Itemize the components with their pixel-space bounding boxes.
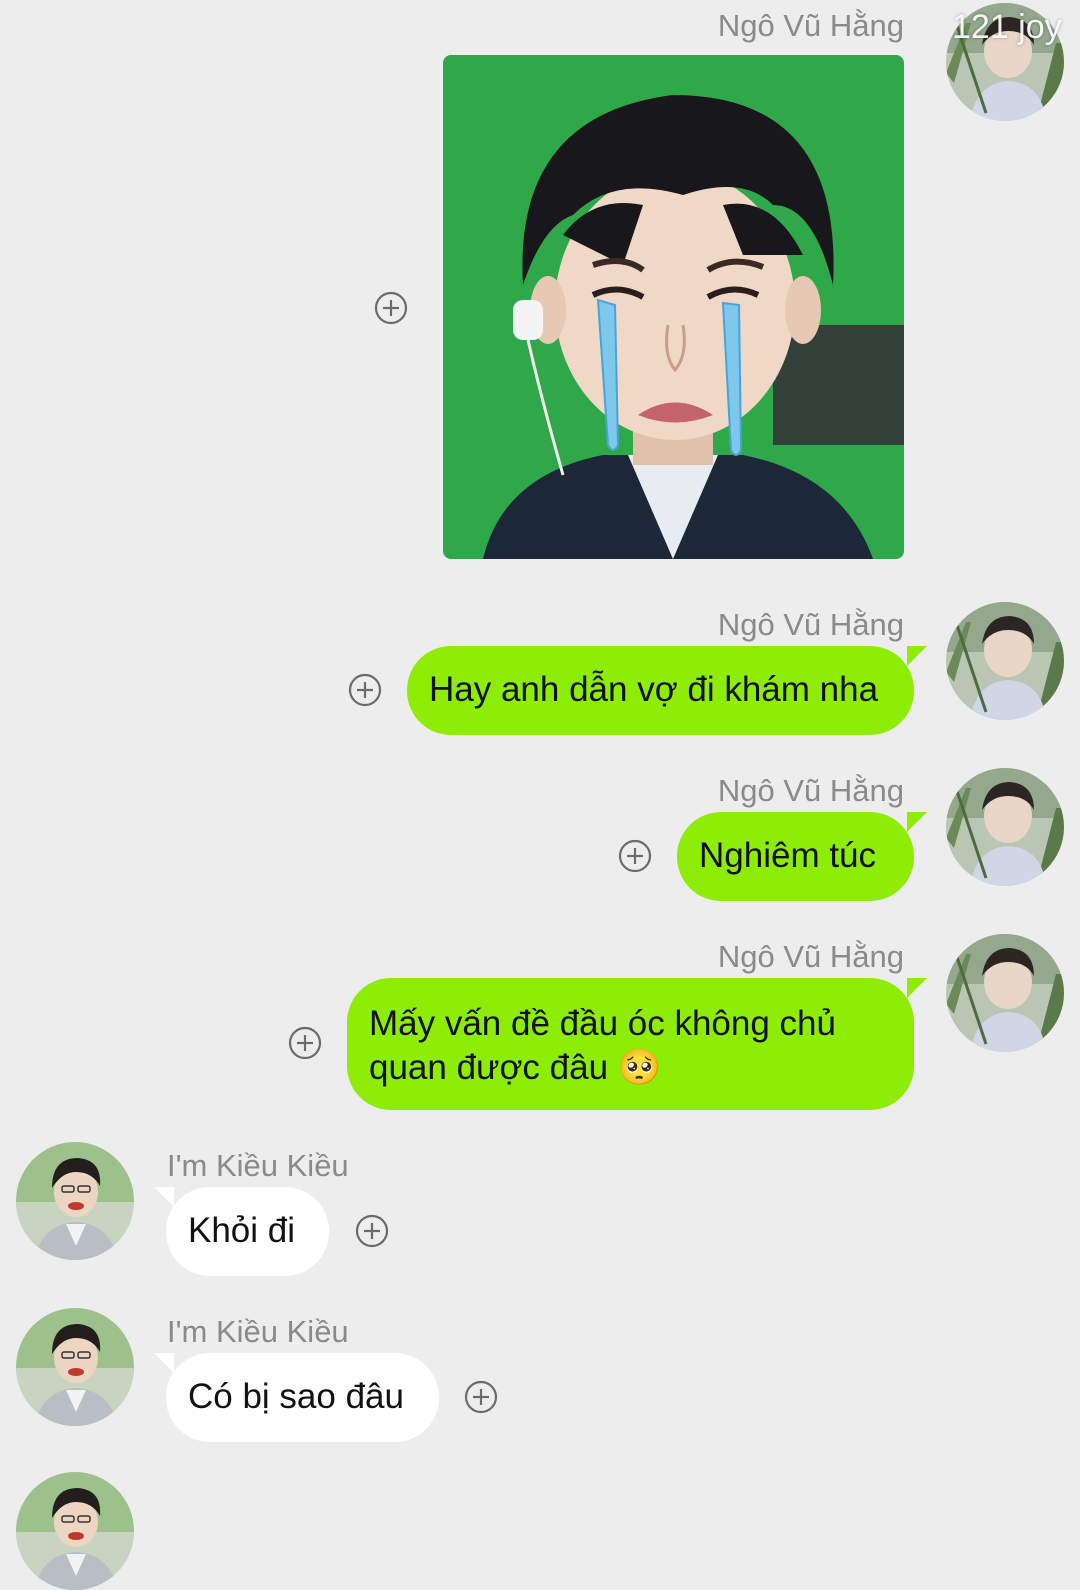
message-bubble[interactable]: Khỏi đi [166, 1187, 329, 1276]
avatar[interactable] [946, 602, 1064, 720]
sender-name: Ngô Vũ Hằng [717, 773, 904, 808]
message-text: Khỏi đi [188, 1211, 296, 1250]
plus-circle-icon[interactable] [374, 291, 408, 325]
avatar[interactable] [16, 1308, 134, 1426]
avatar[interactable] [946, 768, 1064, 886]
watermark: 121 joy [952, 8, 1062, 46]
message-bubble[interactable]: Nghiêm túc [677, 812, 914, 901]
message-text: Hay anh dẫn vợ đi khám nha [429, 670, 879, 709]
avatar[interactable] [16, 1142, 134, 1260]
pleading-face-emoji: 🥺 [617, 1048, 662, 1088]
sender-name: I'm Kiều Kiều [167, 1148, 349, 1183]
plus-circle-icon[interactable] [618, 839, 652, 873]
plus-circle-icon[interactable] [355, 1214, 389, 1248]
sender-name: Ngô Vũ Hằng [717, 939, 904, 974]
message-text-line: quan được đâu [369, 1048, 609, 1087]
plus-circle-icon[interactable] [348, 673, 382, 707]
sender-name: Ngô Vũ Hằng [717, 607, 904, 642]
bubble-tail [907, 812, 927, 832]
message-text-line: Mấy vấn đề đầu óc không chủ [369, 1004, 836, 1043]
message-bubble[interactable]: Có bị sao đâu [166, 1353, 439, 1442]
bubble-tail [907, 646, 927, 666]
sender-name: I'm Kiều Kiều [167, 1314, 349, 1349]
bubble-tail [907, 978, 927, 998]
bubble-tail [154, 1353, 174, 1373]
plus-circle-icon[interactable] [288, 1026, 322, 1060]
message-text: Nghiêm túc [699, 836, 877, 875]
crying-boy-sticker[interactable] [443, 55, 904, 559]
message-bubble[interactable]: Hay anh dẫn vợ đi khám nha [407, 646, 914, 735]
plus-circle-icon[interactable] [464, 1380, 498, 1414]
bubble-tail [154, 1187, 174, 1207]
message-bubble[interactable]: Mấy vấn đề đầu óc không chủ quan được đâ… [347, 978, 914, 1110]
avatar[interactable] [946, 934, 1064, 1052]
sender-name: Ngô Vũ Hằng [717, 8, 904, 43]
message-text: Có bị sao đâu [188, 1377, 404, 1416]
avatar[interactable] [16, 1472, 134, 1590]
